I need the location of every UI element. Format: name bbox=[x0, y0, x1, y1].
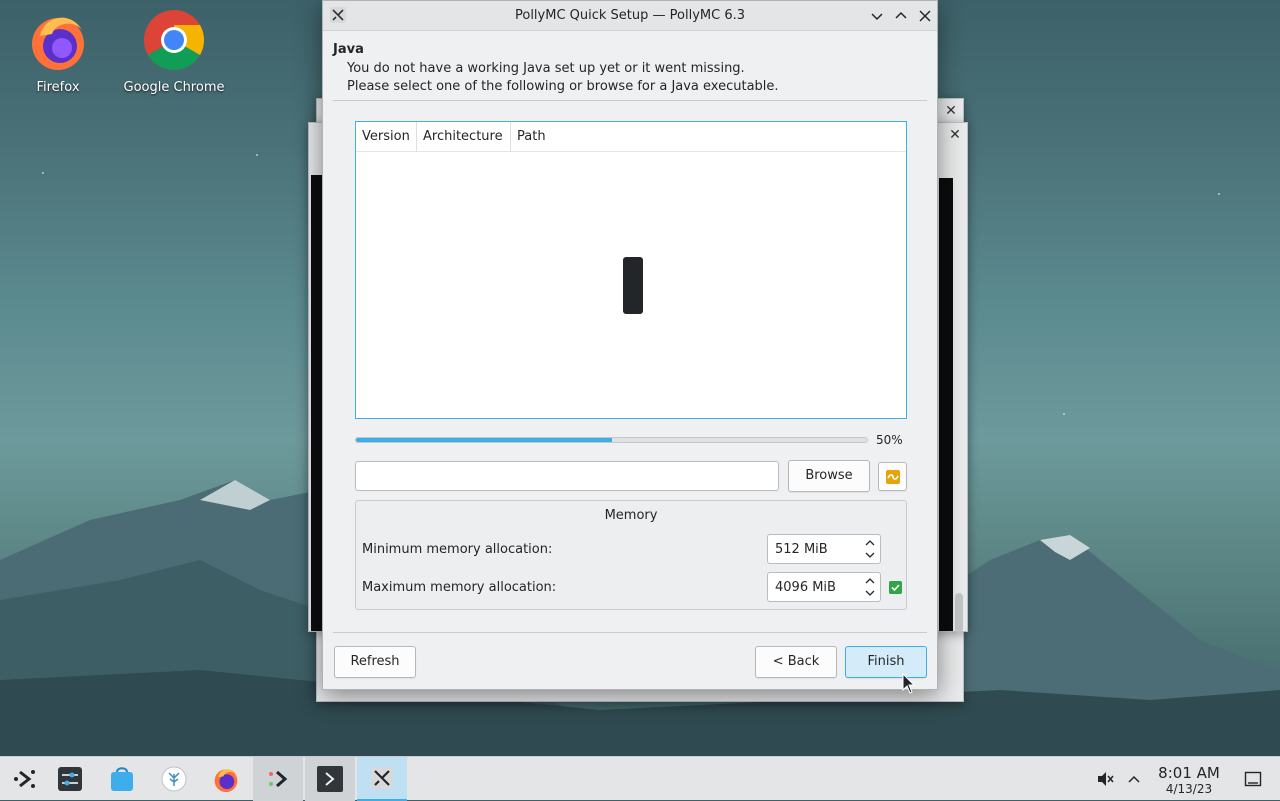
kde-connect-icon bbox=[161, 766, 187, 792]
description-line: Please select one of the following or br… bbox=[347, 79, 779, 94]
volume-muted-icon[interactable] bbox=[1096, 770, 1114, 788]
star bbox=[1063, 413, 1065, 415]
min-memory-label: Minimum memory allocation: bbox=[362, 542, 553, 557]
taskbar-pollymc[interactable] bbox=[357, 757, 407, 801]
column-header-version[interactable]: Version bbox=[356, 122, 417, 152]
taskbar-pollymc-launcher[interactable] bbox=[253, 757, 303, 801]
star bbox=[1218, 193, 1220, 195]
taskbar-firefox[interactable] bbox=[201, 757, 251, 801]
spin-arrows-icon[interactable] bbox=[863, 537, 877, 561]
chevron-up-icon[interactable] bbox=[892, 7, 910, 25]
clock[interactable]: 8:01 AM 4/13/23 bbox=[1150, 764, 1228, 796]
memory-title: Memory bbox=[604, 508, 658, 523]
warning-icon bbox=[886, 470, 900, 484]
spin-arrows-icon[interactable] bbox=[863, 575, 877, 599]
terminal-pane bbox=[939, 178, 953, 631]
divider bbox=[333, 632, 927, 633]
max-memory-value: 4096 MiB bbox=[775, 580, 836, 595]
back-button[interactable]: < Back bbox=[755, 646, 837, 678]
max-memory-label: Maximum memory allocation: bbox=[362, 580, 557, 595]
terminal-icon bbox=[317, 766, 343, 792]
desktop-icon-label: Google Chrome bbox=[123, 80, 225, 95]
loading-indicator bbox=[623, 257, 643, 314]
java-list-table[interactable]: Version Architecture Path bbox=[355, 121, 907, 419]
min-memory-value: 512 MiB bbox=[775, 542, 828, 557]
scrollbar[interactable] bbox=[955, 593, 963, 633]
refresh-button[interactable]: Refresh bbox=[334, 646, 416, 678]
star bbox=[256, 154, 258, 156]
java-status-button[interactable] bbox=[878, 462, 907, 491]
column-header-path[interactable]: Path bbox=[511, 122, 906, 152]
min-memory-spinbox[interactable]: 512 MiB bbox=[767, 534, 881, 564]
column-header-architecture[interactable]: Architecture bbox=[417, 122, 511, 152]
setup-dialog: PollyMC Quick Setup — PollyMC 6.3 Java Y… bbox=[322, 0, 938, 690]
desktop-icon-chrome[interactable]: Google Chrome bbox=[119, 8, 229, 95]
show-desktop-icon[interactable] bbox=[1244, 770, 1262, 788]
check-icon bbox=[889, 581, 902, 594]
progress-bar bbox=[355, 437, 868, 443]
description-line: You do not have a working Java set up ye… bbox=[347, 61, 745, 76]
close-icon[interactable]: ✕ bbox=[943, 103, 959, 119]
tray-expand-icon[interactable] bbox=[1126, 771, 1142, 787]
chrome-icon bbox=[144, 10, 205, 71]
taskbar-kde-connect[interactable] bbox=[149, 757, 199, 801]
taskbar: 8:01 AM 4/13/23 bbox=[0, 756, 1280, 801]
table-header: Version Architecture Path bbox=[356, 122, 906, 152]
application-launcher[interactable] bbox=[0, 757, 50, 801]
firefox-icon bbox=[32, 17, 84, 70]
max-memory-spinbox[interactable]: 4096 MiB bbox=[767, 572, 881, 602]
section-heading: Java bbox=[333, 42, 364, 57]
memory-groupbox: Memory Minimum memory allocation: 512 Mi… bbox=[355, 500, 907, 610]
chevron-down-icon[interactable] bbox=[868, 7, 886, 25]
system-settings-icon bbox=[58, 767, 82, 791]
java-path-input[interactable] bbox=[355, 461, 779, 491]
progress-fill bbox=[356, 438, 612, 442]
close-icon[interactable]: ✕ bbox=[947, 127, 963, 143]
desktop-icon-label: Firefox bbox=[36, 80, 80, 95]
clock-time: 8:01 AM bbox=[1158, 764, 1220, 782]
close-icon[interactable] bbox=[916, 7, 934, 25]
clock-date: 4/13/23 bbox=[1165, 782, 1213, 796]
application-launcher-icon bbox=[14, 770, 35, 788]
taskbar-discover[interactable] bbox=[97, 757, 147, 801]
discover-icon bbox=[111, 767, 133, 791]
mouse-cursor-icon bbox=[902, 673, 916, 694]
desktop-icon-firefox[interactable]: Firefox bbox=[3, 8, 113, 95]
pollymc-launcher-icon bbox=[269, 770, 288, 788]
divider bbox=[333, 100, 927, 101]
star bbox=[42, 172, 44, 174]
browse-button[interactable]: Browse bbox=[788, 460, 870, 492]
pollymc-icon bbox=[371, 767, 393, 789]
taskbar-system-settings[interactable] bbox=[45, 757, 95, 801]
firefox-icon bbox=[214, 769, 238, 793]
window-title: PollyMC Quick Setup — PollyMC 6.3 bbox=[514, 8, 745, 23]
progress-label: 50% bbox=[876, 433, 903, 447]
titlebar[interactable]: PollyMC Quick Setup — PollyMC 6.3 bbox=[323, 1, 937, 31]
taskbar-terminal[interactable] bbox=[305, 757, 355, 801]
